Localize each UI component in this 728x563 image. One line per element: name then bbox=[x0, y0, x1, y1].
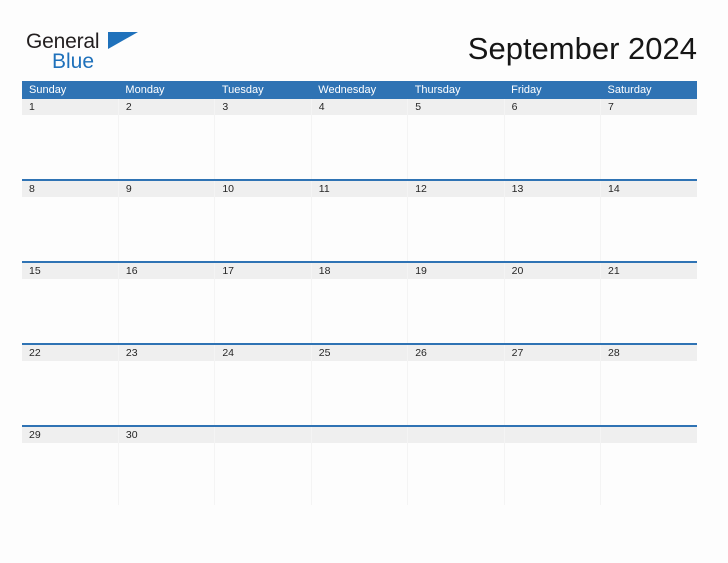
day-note-cell[interactable] bbox=[118, 443, 216, 505]
date-number-cell[interactable]: 11 bbox=[311, 179, 409, 197]
date-number-cell[interactable]: 9 bbox=[118, 179, 216, 197]
date-number-cell[interactable]: 21 bbox=[600, 261, 697, 279]
date-number-cell[interactable] bbox=[311, 425, 409, 443]
day-note-cell[interactable] bbox=[407, 443, 505, 505]
day-note-cell[interactable] bbox=[600, 443, 697, 505]
week-note-row bbox=[22, 443, 697, 505]
weekday-header-row: Sunday Monday Tuesday Wednesday Thursday… bbox=[22, 81, 697, 99]
day-note-cell[interactable] bbox=[311, 197, 409, 262]
weekday-header-tuesday: Tuesday bbox=[214, 81, 312, 99]
date-number-cell[interactable]: 30 bbox=[118, 425, 216, 443]
date-number-row: 15 16 17 18 19 20 21 bbox=[22, 261, 697, 279]
week-note-row bbox=[22, 115, 697, 180]
day-note-cell[interactable] bbox=[214, 443, 312, 505]
page-header: General Blue September 2024 bbox=[22, 26, 697, 74]
day-note-cell[interactable] bbox=[600, 361, 697, 426]
weekday-header-friday: Friday bbox=[504, 81, 601, 99]
day-note-cell[interactable] bbox=[22, 361, 119, 426]
date-number-cell[interactable]: 25 bbox=[311, 343, 409, 361]
date-number-cell[interactable]: 8 bbox=[22, 179, 119, 197]
week-note-row bbox=[22, 361, 697, 426]
weekday-header-thursday: Thursday bbox=[407, 81, 505, 99]
weekday-header-monday: Monday bbox=[118, 81, 215, 99]
date-number-row: 22 23 24 25 26 27 28 bbox=[22, 343, 697, 361]
logo-text-blue: Blue bbox=[52, 50, 95, 73]
date-number-cell[interactable]: 27 bbox=[504, 343, 602, 361]
day-note-cell[interactable] bbox=[22, 443, 119, 505]
date-number-cell[interactable]: 29 bbox=[22, 425, 119, 443]
date-number-cell[interactable]: 14 bbox=[600, 179, 697, 197]
day-note-cell[interactable] bbox=[407, 115, 505, 180]
date-number-cell[interactable]: 12 bbox=[407, 179, 505, 197]
day-note-cell[interactable] bbox=[118, 115, 216, 180]
day-note-cell[interactable] bbox=[407, 279, 505, 344]
week-note-row bbox=[22, 279, 697, 344]
date-number-cell[interactable]: 3 bbox=[214, 99, 312, 115]
day-note-cell[interactable] bbox=[214, 279, 312, 344]
date-number-cell[interactable]: 24 bbox=[214, 343, 312, 361]
date-number-cell[interactable]: 2 bbox=[118, 99, 216, 115]
date-number-cell[interactable]: 1 bbox=[22, 99, 119, 115]
date-number-cell[interactable]: 26 bbox=[407, 343, 505, 361]
date-number-cell[interactable]: 6 bbox=[504, 99, 602, 115]
date-number-cell[interactable]: 15 bbox=[22, 261, 119, 279]
day-note-cell[interactable] bbox=[118, 197, 216, 262]
week-note-row bbox=[22, 197, 697, 262]
date-number-cell[interactable]: 10 bbox=[214, 179, 312, 197]
date-number-cell[interactable]: 16 bbox=[118, 261, 216, 279]
date-number-cell[interactable]: 18 bbox=[311, 261, 409, 279]
day-note-cell[interactable] bbox=[118, 361, 216, 426]
calendar-page: General Blue September 2024 Sunday Monda… bbox=[0, 0, 728, 563]
day-note-cell[interactable] bbox=[311, 279, 409, 344]
date-number-cell[interactable] bbox=[504, 425, 602, 443]
day-note-cell[interactable] bbox=[504, 197, 602, 262]
date-number-cell[interactable] bbox=[600, 425, 697, 443]
date-number-row: 1 2 3 4 5 6 7 bbox=[22, 99, 697, 115]
day-note-cell[interactable] bbox=[118, 279, 216, 344]
date-number-cell[interactable]: 7 bbox=[600, 99, 697, 115]
date-number-cell[interactable]: 13 bbox=[504, 179, 602, 197]
date-number-cell[interactable]: 20 bbox=[504, 261, 602, 279]
day-note-cell[interactable] bbox=[504, 115, 602, 180]
date-number-cell[interactable]: 19 bbox=[407, 261, 505, 279]
blue-triangle-flag-icon bbox=[108, 32, 138, 49]
day-note-cell[interactable] bbox=[600, 115, 697, 180]
date-number-cell[interactable]: 17 bbox=[214, 261, 312, 279]
date-number-cell[interactable]: 28 bbox=[600, 343, 697, 361]
page-title: September 2024 bbox=[467, 31, 697, 66]
day-note-cell[interactable] bbox=[407, 361, 505, 426]
day-note-cell[interactable] bbox=[311, 443, 409, 505]
day-note-cell[interactable] bbox=[311, 361, 409, 426]
day-note-cell[interactable] bbox=[504, 279, 602, 344]
month-calendar-table: Sunday Monday Tuesday Wednesday Thursday… bbox=[22, 81, 697, 505]
day-note-cell[interactable] bbox=[22, 197, 119, 262]
weekday-header-saturday: Saturday bbox=[600, 81, 697, 99]
day-note-cell[interactable] bbox=[22, 115, 119, 180]
day-note-cell[interactable] bbox=[600, 197, 697, 262]
date-number-row: 29 30 bbox=[22, 425, 697, 443]
weekday-header-wednesday: Wednesday bbox=[311, 81, 408, 99]
day-note-cell[interactable] bbox=[214, 197, 312, 262]
day-note-cell[interactable] bbox=[600, 279, 697, 344]
general-blue-logo[interactable]: General Blue bbox=[22, 30, 162, 76]
weekday-header-sunday: Sunday bbox=[22, 81, 119, 99]
day-note-cell[interactable] bbox=[311, 115, 409, 180]
date-number-cell[interactable] bbox=[407, 425, 505, 443]
day-note-cell[interactable] bbox=[504, 443, 602, 505]
day-note-cell[interactable] bbox=[22, 279, 119, 344]
date-number-cell[interactable]: 23 bbox=[118, 343, 216, 361]
date-number-cell[interactable]: 5 bbox=[407, 99, 505, 115]
date-number-cell[interactable]: 22 bbox=[22, 343, 119, 361]
date-number-cell[interactable] bbox=[214, 425, 312, 443]
date-number-cell[interactable]: 4 bbox=[311, 99, 409, 115]
day-note-cell[interactable] bbox=[214, 361, 312, 426]
day-note-cell[interactable] bbox=[504, 361, 602, 426]
date-number-row: 8 9 10 11 12 13 14 bbox=[22, 179, 697, 197]
day-note-cell[interactable] bbox=[214, 115, 312, 180]
day-note-cell[interactable] bbox=[407, 197, 505, 262]
